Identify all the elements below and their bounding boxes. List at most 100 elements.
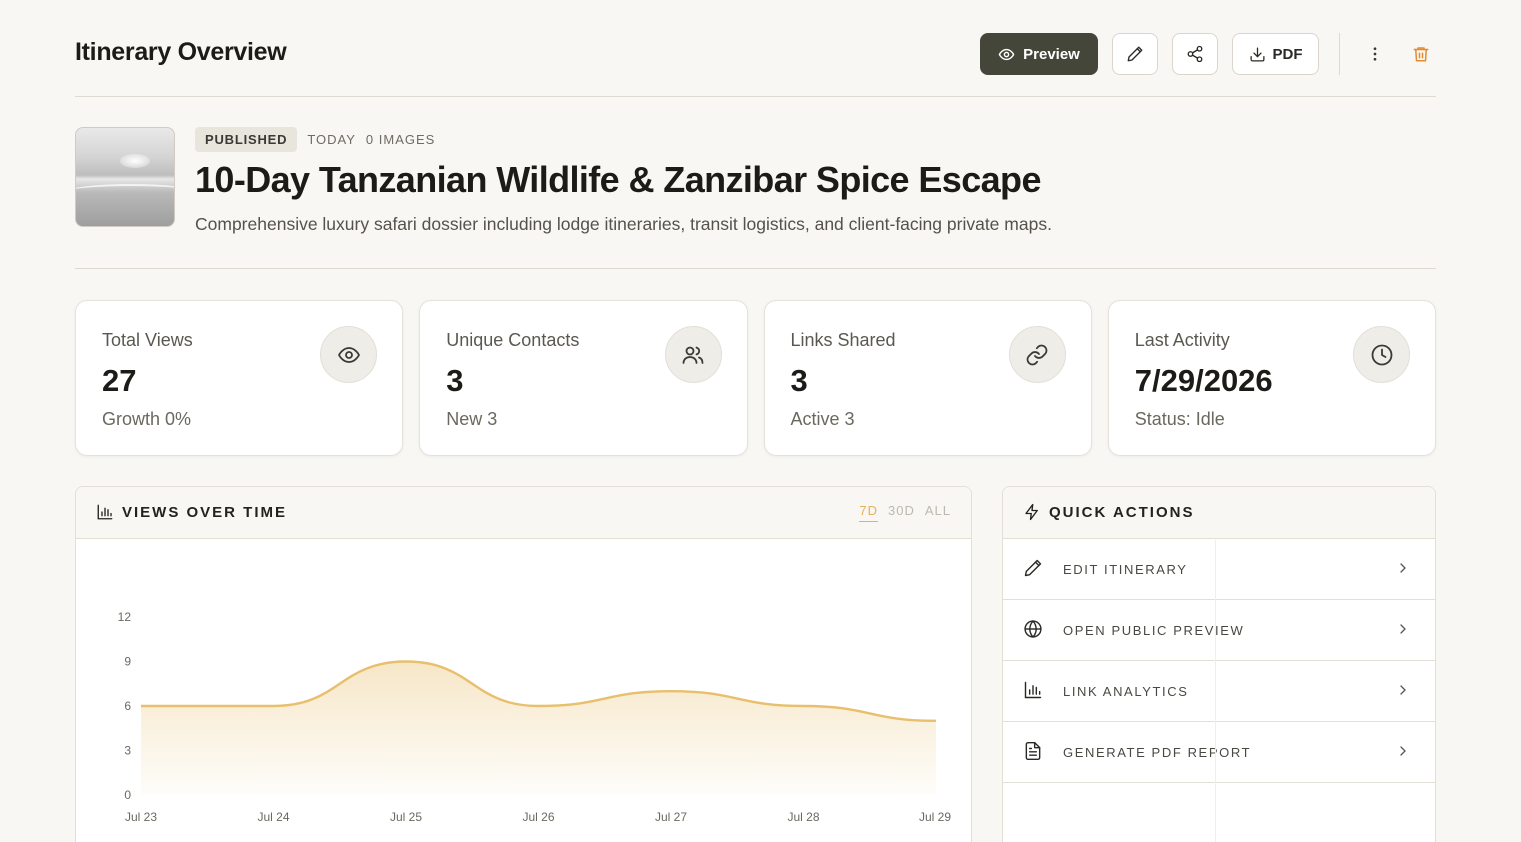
share-button[interactable] — [1172, 33, 1218, 75]
quick-action-label: OPEN PUBLIC PREVIEW — [1063, 622, 1245, 638]
range-tabs: 7D 30D ALL — [859, 503, 951, 522]
share-icon — [1187, 45, 1203, 63]
preview-button[interactable]: Preview — [980, 33, 1098, 75]
pdf-label: PDF — [1272, 45, 1303, 63]
panel-header: VIEWS OVER TIME 7D 30D ALL — [76, 487, 971, 539]
stat-icon-circle — [664, 326, 722, 383]
stat-value: 7/29/2026 — [1134, 363, 1273, 398]
quick-action-open-public-preview[interactable]: OPEN PUBLIC PREVIEW — [1003, 600, 1435, 661]
itinerary-overview-page: Itinerary Overview Preview PDF PUBLISHED… — [75, 0, 1436, 842]
stat-label: Total Views — [102, 330, 193, 350]
views-area-fill — [141, 661, 936, 795]
stat-sub: Active 3 — [790, 409, 855, 429]
x-tick-label: Jul 23 — [125, 810, 157, 824]
panel-header: QUICK ACTIONS — [1003, 487, 1435, 539]
x-tick-label: Jul 26 — [522, 810, 554, 824]
stat-sub: Status: Idle — [1134, 409, 1225, 429]
file-text-icon — [1025, 741, 1041, 761]
globe-icon — [1024, 620, 1042, 638]
x-tick-label: Jul 27 — [655, 810, 687, 824]
views-area-chart: 0 3 6 9 12 Jul 23 Jul 24 Jul 25 Jul 26 Jul 27 Jul … — [118, 610, 952, 824]
panel-title-text: VIEWS OVER TIME — [122, 503, 288, 521]
range-tab-7d[interactable]: 7D — [859, 503, 878, 522]
eye-icon — [337, 346, 360, 363]
quick-action-edit-itinerary[interactable]: EDIT ITINERARY — [1003, 539, 1435, 600]
images-count: 0 IMAGES — [365, 131, 436, 147]
panel-divider — [1215, 540, 1216, 842]
quick-action-link-analytics[interactable]: LINK ANALYTICS — [1003, 661, 1435, 722]
cover-thumbnail[interactable] — [75, 127, 175, 227]
quick-actions-panel: QUICK ACTIONS EDIT ITINERARY OPEN PUBLIC… — [1002, 486, 1436, 842]
y-tick-label: 9 — [124, 655, 131, 669]
lightning-icon — [1025, 503, 1038, 521]
link-icon — [1026, 344, 1048, 365]
preview-label: Preview — [1023, 45, 1080, 63]
trash-icon — [1413, 47, 1429, 62]
y-tick-label: 12 — [118, 610, 132, 624]
thumbnail-sun — [120, 154, 150, 168]
itinerary-meta: PUBLISHED TODAY 0 IMAGES — [195, 126, 436, 152]
bar-chart-icon — [97, 504, 113, 520]
clock-icon — [1371, 344, 1392, 365]
stat-sub: Growth 0% — [102, 409, 192, 429]
more-options-button[interactable] — [1360, 33, 1390, 75]
stat-card-last-activity: Last Activity 7/29/2026 Status: Idle — [1107, 300, 1436, 456]
chevron-right-icon — [1400, 563, 1406, 573]
quick-action-label: LINK ANALYTICS — [1063, 683, 1189, 699]
edit-button[interactable] — [1112, 33, 1158, 75]
y-tick-label: 6 — [124, 699, 131, 713]
x-tick-label: Jul 28 — [787, 810, 819, 824]
views-over-time-panel: VIEWS OVER TIME 7D 30D ALL 0 3 6 9 12 Jul 23 J… — [75, 486, 972, 842]
stats-row: Total Views 27 Growth 0% Unique Contacts… — [75, 300, 1436, 456]
range-tab-all[interactable]: ALL — [925, 503, 951, 522]
stat-sub: New 3 — [446, 409, 498, 429]
itinerary-title: 10-Day Tanzanian Wildlife & Zanzibar Spi… — [195, 159, 1041, 200]
stat-icon-circle — [1008, 326, 1066, 383]
bar-chart-icon — [1024, 681, 1042, 699]
stat-card-unique-contacts: Unique Contacts 3 New 3 — [419, 300, 748, 456]
chevron-right-icon — [1400, 746, 1406, 756]
stat-card-links-shared: Links Shared 3 Active 3 — [763, 300, 1092, 456]
x-tick-label: Jul 29 — [919, 810, 951, 824]
delete-button[interactable] — [1406, 33, 1436, 75]
stat-label: Last Activity — [1134, 330, 1230, 350]
header-actions: Preview PDF — [980, 33, 1436, 75]
y-tick-label: 3 — [124, 744, 131, 758]
stat-icon-circle — [1353, 326, 1410, 383]
stat-value: 3 — [446, 363, 464, 398]
page-header: Itinerary Overview Preview PDF — [75, 0, 1436, 97]
stat-value: 27 — [102, 363, 137, 398]
stat-card-total-views: Total Views 27 Growth 0% — [75, 300, 404, 456]
page-title: Itinerary Overview — [75, 38, 287, 66]
download-icon — [1249, 46, 1265, 62]
range-tab-30d[interactable]: 30D — [888, 503, 915, 522]
quick-action-generate-pdf-report[interactable]: GENERATE PDF REPORT — [1003, 722, 1435, 783]
download-pdf-button[interactable]: PDF — [1232, 33, 1319, 75]
y-tick-label: 0 — [124, 788, 131, 802]
pencil-icon — [1024, 559, 1042, 577]
stat-value: 3 — [790, 363, 808, 398]
quick-action-label: EDIT ITINERARY — [1063, 561, 1188, 577]
thumbnail-wave — [76, 184, 174, 200]
status-badge: PUBLISHED — [195, 126, 298, 152]
stat-label: Links Shared — [790, 330, 896, 350]
panel-title: VIEWS OVER TIME — [96, 503, 287, 521]
chevron-right-icon — [1400, 624, 1406, 634]
stat-icon-circle — [320, 326, 378, 383]
itinerary-hero: PUBLISHED TODAY 0 IMAGES 10-Day Tanzania… — [75, 97, 1436, 269]
chevron-right-icon — [1400, 685, 1406, 695]
users-icon — [682, 346, 704, 364]
quick-action-label: GENERATE PDF REPORT — [1063, 744, 1252, 760]
quick-actions-list: EDIT ITINERARY OPEN PUBLIC PREVIEW LINK … — [1003, 539, 1435, 783]
pencil-icon — [1127, 46, 1143, 62]
header-divider — [1339, 33, 1340, 75]
x-tick-label: Jul 24 — [257, 810, 289, 824]
panel-title-text: QUICK ACTIONS — [1049, 503, 1195, 521]
panel-title: QUICK ACTIONS — [1023, 503, 1194, 521]
x-tick-label: Jul 25 — [390, 810, 422, 824]
updated-date: TODAY — [307, 131, 356, 147]
more-vertical-icon — [1373, 47, 1377, 61]
eye-icon — [998, 48, 1015, 60]
itinerary-description: Comprehensive luxury safari dossier incl… — [195, 214, 1052, 234]
stat-label: Unique Contacts — [446, 330, 580, 350]
